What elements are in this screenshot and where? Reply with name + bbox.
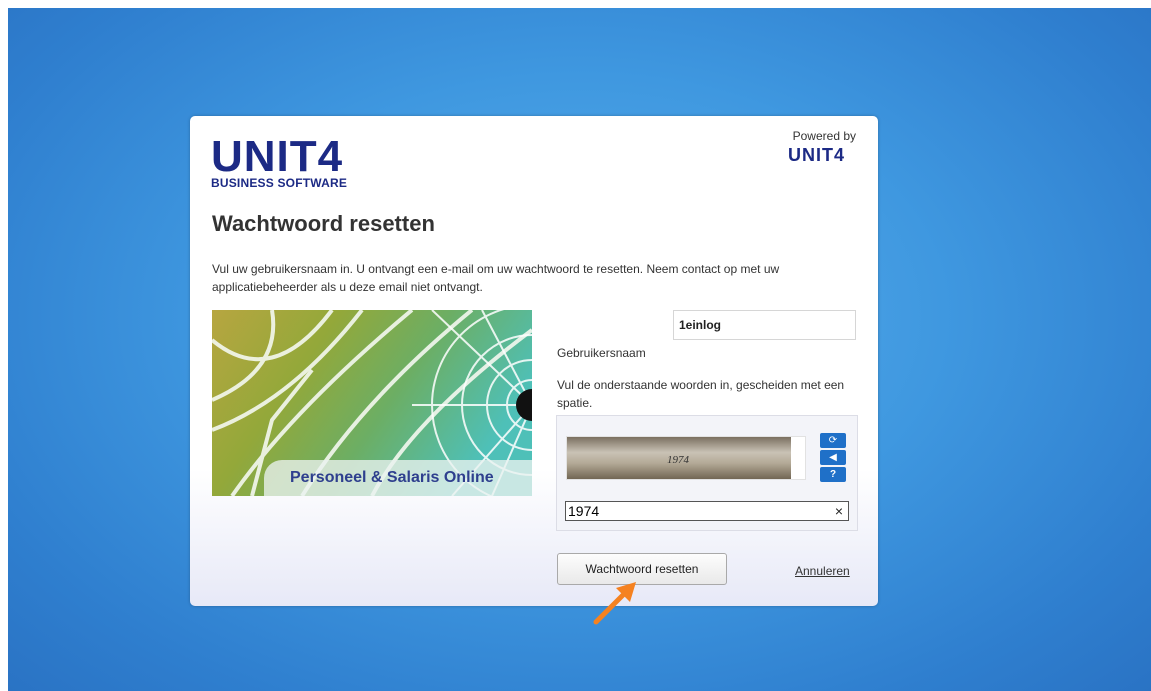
captcha-input[interactable] [565, 501, 849, 521]
help-icon[interactable]: ? [820, 467, 846, 482]
powered-by-logo: UNIT4 [788, 145, 856, 168]
audio-icon[interactable]: ◀ [820, 450, 846, 465]
svg-text:UNIT4: UNIT4 [211, 136, 343, 174]
username-label: Gebruikersnaam [557, 346, 646, 360]
captcha-image: 1974 [566, 436, 806, 480]
reset-password-button[interactable]: Wachtwoord resetten [557, 553, 727, 585]
username-input[interactable] [673, 310, 856, 340]
refresh-icon[interactable]: ⟳ [820, 433, 846, 448]
intro-text: Vul uw gebruikersnaam in. U ontvangt een… [212, 262, 780, 294]
arrow-pointer-icon [590, 578, 640, 633]
logo-subtitle: BUSINESS SOFTWARE [211, 176, 348, 190]
captcha-widget: 1974 ⟳ ◀ ? × [556, 415, 858, 531]
hero-image: Personeel & Salaris Online [212, 310, 532, 496]
captcha-instruction: Vul de onderstaande woorden in, gescheid… [557, 378, 845, 410]
unit4-logo: UNIT4 BUSINESS SOFTWARE [211, 136, 371, 192]
captcha-controls: ⟳ ◀ ? [820, 433, 848, 484]
reset-password-dialog: UNIT4 BUSINESS SOFTWARE Powered by UNIT4… [190, 116, 878, 606]
powered-by-label: Powered by [792, 129, 856, 143]
page-title: Wachtwoord resetten [212, 211, 435, 236]
svg-text:UNIT4: UNIT4 [788, 145, 845, 163]
clear-icon[interactable]: × [831, 502, 847, 520]
powered-by: Powered by UNIT4 [788, 130, 856, 168]
hero-caption: Personeel & Salaris Online [264, 460, 532, 496]
captcha-image-text: 1974 [667, 454, 690, 466]
cancel-link[interactable]: Annuleren [795, 564, 850, 578]
